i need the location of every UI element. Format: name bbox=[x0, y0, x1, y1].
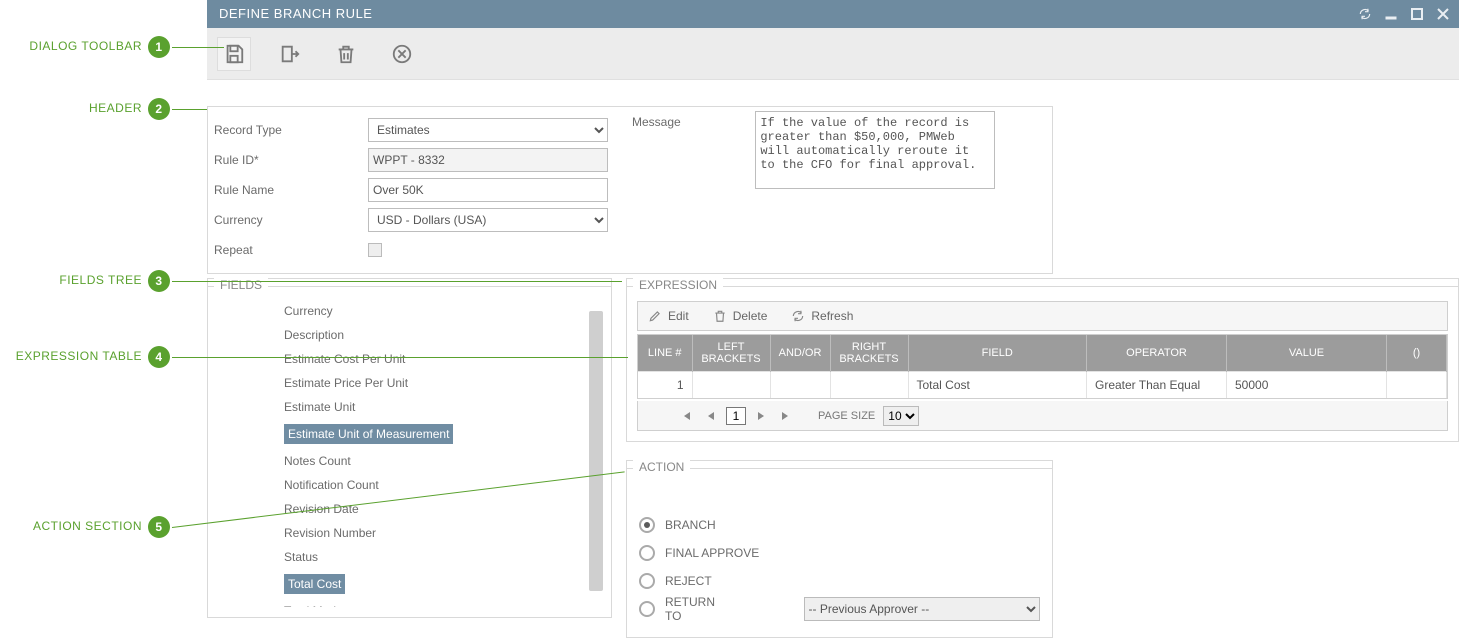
rule-id-input bbox=[368, 148, 608, 172]
annotation-1: DIALOG TOOLBAR1 bbox=[0, 36, 170, 58]
cancel-button[interactable] bbox=[385, 37, 419, 71]
list-item[interactable]: Estimate Cost Per Unit bbox=[218, 347, 591, 371]
annotation-2: HEADER2 bbox=[0, 98, 170, 120]
radio-final-approve[interactable] bbox=[639, 545, 655, 561]
list-item[interactable]: Estimate Price Per Unit bbox=[218, 371, 591, 395]
pager-first-icon[interactable] bbox=[678, 408, 694, 424]
repeat-label: Repeat bbox=[208, 243, 368, 257]
page-size-select[interactable]: 10 bbox=[883, 406, 919, 426]
record-type-label: Record Type bbox=[208, 123, 368, 137]
pager-page-input[interactable] bbox=[726, 407, 746, 425]
message-label: Message bbox=[632, 115, 752, 129]
rule-name-input[interactable] bbox=[368, 178, 608, 202]
edit-button[interactable]: Edit bbox=[648, 309, 689, 323]
col-andor: AND/OR bbox=[770, 335, 830, 372]
table-row[interactable]: 1Total CostGreater Than Equal50000 bbox=[638, 372, 1447, 399]
expression-toolbar: Edit Delete Refresh bbox=[637, 301, 1448, 331]
repeat-checkbox[interactable] bbox=[368, 243, 382, 257]
minimize-icon[interactable] bbox=[1383, 6, 1399, 22]
save-button[interactable] bbox=[217, 37, 251, 71]
list-item[interactable]: Estimate Unit of Measurement bbox=[218, 419, 591, 449]
annotation-3: FIELDS TREE3 bbox=[0, 270, 170, 292]
annotation-5: ACTION SECTION5 bbox=[0, 516, 170, 538]
delete-button[interactable] bbox=[329, 37, 363, 71]
scrollbar-thumb[interactable] bbox=[589, 311, 603, 591]
list-item[interactable]: Total Cost bbox=[218, 569, 591, 599]
label-branch: BRANCH bbox=[665, 518, 716, 532]
currency-label: Currency bbox=[208, 213, 368, 227]
label-final-approve: FINAL APPROVE bbox=[665, 546, 759, 560]
currency-select[interactable]: USD - Dollars (USA) bbox=[368, 208, 608, 232]
col-lbr: LEFT BRACKETS bbox=[692, 335, 770, 372]
list-item[interactable]: Estimate Unit bbox=[218, 395, 591, 419]
list-item[interactable]: Status bbox=[218, 545, 591, 569]
expression-table: LINE # LEFT BRACKETS AND/OR RIGHT BRACKE… bbox=[637, 334, 1448, 399]
rule-name-label: Rule Name bbox=[208, 183, 368, 197]
col-line: LINE # bbox=[638, 335, 692, 372]
radio-return-to[interactable] bbox=[639, 601, 655, 617]
col-field: FIELD bbox=[908, 335, 1087, 372]
edit-label: Edit bbox=[668, 309, 689, 323]
close-icon[interactable] bbox=[1435, 6, 1451, 22]
table-header-row: LINE # LEFT BRACKETS AND/OR RIGHT BRACKE… bbox=[638, 335, 1447, 372]
refresh-icon[interactable] bbox=[1357, 6, 1373, 22]
pager-last-icon[interactable] bbox=[778, 408, 794, 424]
radio-reject[interactable] bbox=[639, 573, 655, 589]
expression-section: EXPRESSION Edit Delete Refresh LINE # LE… bbox=[626, 278, 1459, 442]
label-reject: REJECT bbox=[665, 574, 712, 588]
refresh-button[interactable]: Refresh bbox=[791, 309, 853, 323]
dialog-title: DEFINE BRANCH RULE bbox=[219, 6, 372, 21]
list-item[interactable]: Description bbox=[218, 323, 591, 347]
list-item[interactable]: Revision Number bbox=[218, 521, 591, 545]
col-rbr: RIGHT BRACKETS bbox=[830, 335, 908, 372]
action-section-title: ACTION bbox=[633, 460, 690, 474]
list-item[interactable]: Notes Count bbox=[218, 449, 591, 473]
dialog-toolbar bbox=[207, 28, 1459, 80]
pager-prev-icon[interactable] bbox=[702, 408, 718, 424]
label-return-to: RETURN TO bbox=[665, 595, 734, 623]
action-section: ACTION BRANCH FINAL APPROVE REJECT RETUR… bbox=[626, 460, 1053, 638]
col-extra: () bbox=[1387, 335, 1447, 372]
radio-branch[interactable] bbox=[639, 517, 655, 533]
list-item[interactable]: Revision Date bbox=[218, 497, 591, 521]
maximize-icon[interactable] bbox=[1409, 6, 1425, 22]
col-operator: OPERATOR bbox=[1087, 335, 1227, 372]
table-pager: PAGE SIZE 10 bbox=[637, 401, 1448, 431]
dialog-titlebar: DEFINE BRANCH RULE bbox=[207, 0, 1459, 28]
delete-row-button[interactable]: Delete bbox=[713, 309, 768, 323]
return-to-select[interactable]: -- Previous Approver -- bbox=[804, 597, 1040, 621]
page-size-label: PAGE SIZE bbox=[818, 410, 875, 422]
refresh-label: Refresh bbox=[811, 309, 853, 323]
save-exit-button[interactable] bbox=[273, 37, 307, 71]
annotation-4: EXPRESSION TABLE4 bbox=[0, 346, 170, 368]
fields-list[interactable]: CurrencyDescriptionEstimate Cost Per Uni… bbox=[218, 299, 591, 607]
delete-label: Delete bbox=[733, 309, 768, 323]
list-item[interactable]: Notification Count bbox=[218, 473, 591, 497]
message-textarea[interactable]: If the value of the record is greater th… bbox=[755, 111, 995, 189]
fields-section: FIELDS CurrencyDescriptionEstimate Cost … bbox=[207, 278, 612, 618]
header-panel: Record Type Estimates Rule ID* Rule Name… bbox=[207, 106, 1053, 274]
list-item[interactable]: Total Markup bbox=[218, 599, 591, 607]
list-item[interactable]: Currency bbox=[218, 299, 591, 323]
expression-section-title: EXPRESSION bbox=[633, 278, 723, 292]
rule-id-label: Rule ID* bbox=[208, 153, 368, 167]
record-type-select[interactable]: Estimates bbox=[368, 118, 608, 142]
pager-next-icon[interactable] bbox=[754, 408, 770, 424]
col-value: VALUE bbox=[1227, 335, 1387, 372]
